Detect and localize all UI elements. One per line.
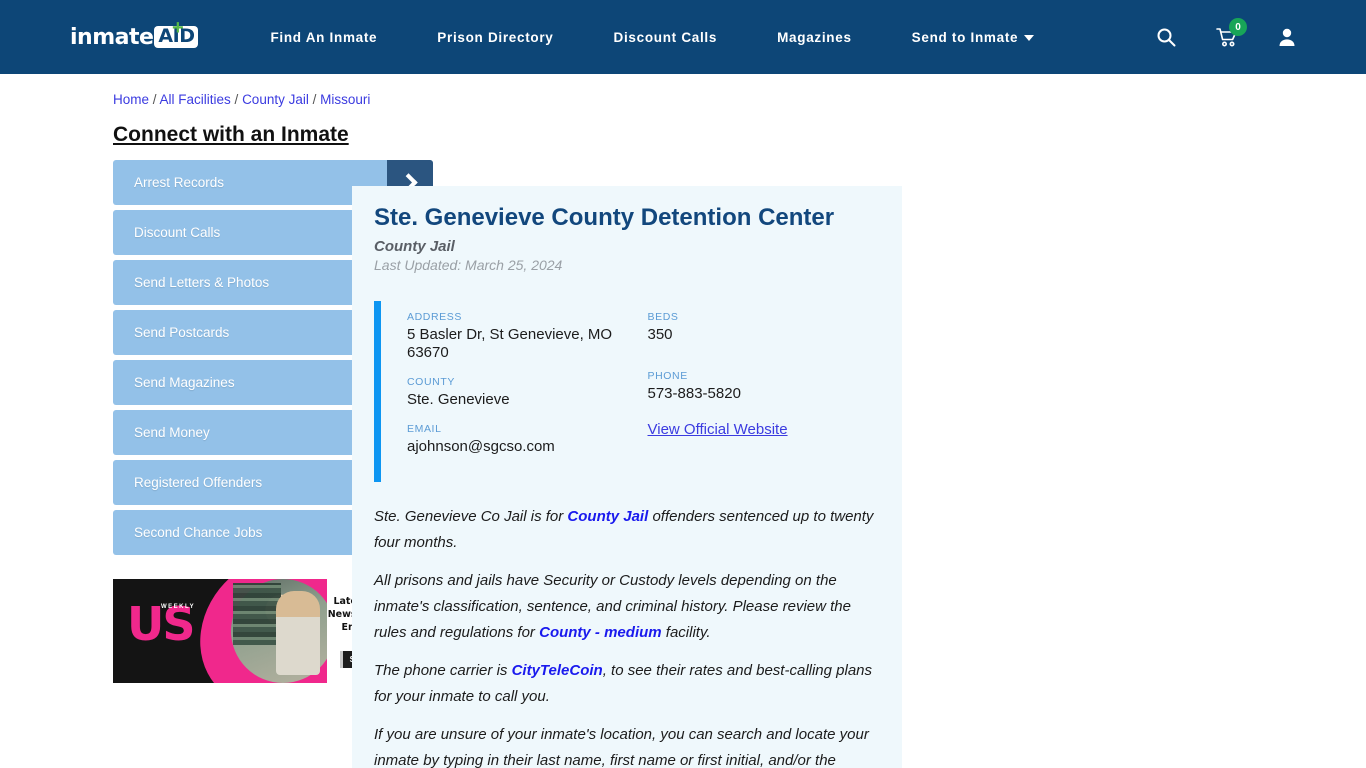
field-address: ADDRESS 5 Basler Dr, St Genevieve, MO 63… xyxy=(407,311,644,362)
p2-highlight: County - medium xyxy=(539,623,662,641)
field-value: 573-883-5820 xyxy=(647,384,741,402)
breadcrumb-separator: / xyxy=(149,92,160,107)
paragraph-3: The phone carrier is CityTeleCoin, to se… xyxy=(374,658,880,710)
nav-send-to-inmate-label: Send to Inmate xyxy=(911,29,1019,45)
nav-send-to-inmate[interactable]: Send to Inmate xyxy=(912,30,1035,45)
nav-magazines[interactable]: Magazines xyxy=(777,30,852,45)
sidebar-item-label: Send Magazines xyxy=(134,375,235,390)
field-value: ajohnson@sgcso.com xyxy=(407,437,555,455)
sidebar-item-label: Send Letters & Photos xyxy=(134,275,270,290)
view-official-website-link[interactable]: View Official Website xyxy=(648,421,788,438)
official-website-link-wrap: View Official Website xyxy=(648,421,881,439)
field-value: 350 xyxy=(647,325,673,343)
paragraph-4: If you are unsure of your inmate's locat… xyxy=(374,722,880,768)
nav-find-an-inmate[interactable]: Find An Inmate xyxy=(270,30,377,45)
breadcrumb-separator: / xyxy=(230,92,243,107)
facility-description: Ste. Genevieve Co Jail is for County Jai… xyxy=(374,504,880,768)
facility-type: County Jail xyxy=(374,237,455,255)
header-icon-group: 0 xyxy=(1156,18,1296,47)
main-navigation: Find An Inmate Prison Directory Discount… xyxy=(270,30,1156,45)
site-header: inmate AID + Find An Inmate Prison Direc… xyxy=(0,0,1366,74)
nav-prison-directory[interactable]: Prison Directory xyxy=(437,30,553,45)
left-sidebar: Home / All Facilities / County Jail / Mi… xyxy=(0,74,433,768)
logo-plus-icon: + xyxy=(172,17,184,39)
field-phone: PHONE 573-883-5820 xyxy=(648,370,881,403)
field-county: COUNTY Ste. Genevieve xyxy=(407,376,644,409)
field-label: BEDS xyxy=(647,310,679,323)
last-updated: Last Updated: March 25, 2024 xyxy=(374,256,563,273)
p2-text-c: facility. xyxy=(661,623,711,641)
cart-icon[interactable]: 0 xyxy=(1216,18,1247,47)
ad-photo-person xyxy=(276,591,320,675)
ad-brand-sub: WEEKLY xyxy=(161,604,196,610)
breadcrumb-item-all-facilities[interactable]: All Facilities xyxy=(160,92,231,107)
ad-photo-shelf xyxy=(233,583,281,645)
sidebar-heading: Connect with an Inmate xyxy=(113,123,349,146)
field-beds: BEDS 350 xyxy=(648,311,881,344)
site-logo[interactable]: inmate AID + xyxy=(70,18,199,52)
breadcrumb-item-missouri[interactable]: Missouri xyxy=(320,92,370,107)
field-email: EMAIL ajohnson@sgcso.com xyxy=(407,423,644,456)
page-title: Ste. Genevieve County Detention Center xyxy=(374,204,835,231)
cart-count-badge: 0 xyxy=(1229,18,1247,36)
paragraph-2: All prisons and jails have Security or C… xyxy=(374,568,880,646)
p1-text-a: Ste. Genevieve Co Jail is for xyxy=(374,507,568,525)
breadcrumb-item-home[interactable]: Home xyxy=(113,92,149,107)
field-value: 5 Basler Dr, St Genevieve, MO 63670 xyxy=(407,325,613,361)
facility-info-column-left: ADDRESS 5 Basler Dr, St Genevieve, MO 63… xyxy=(407,311,644,470)
logo-wordmark: inmate xyxy=(70,24,154,50)
page-body: Home / All Facilities / County Jail / Mi… xyxy=(0,74,1366,768)
facility-info-block: ADDRESS 5 Basler Dr, St Genevieve, MO 63… xyxy=(374,300,881,482)
breadcrumb: Home / All Facilities / County Jail / Mi… xyxy=(113,86,370,107)
field-value: Ste. Genevieve xyxy=(407,390,510,408)
sidebar-item-label: Registered Offenders xyxy=(134,475,263,490)
field-label: ADDRESS xyxy=(407,310,462,323)
search-icon[interactable] xyxy=(1156,27,1176,47)
breadcrumb-item-county-jail[interactable]: County Jail xyxy=(242,92,309,107)
paragraph-1: Ste. Genevieve Co Jail is for County Jai… xyxy=(374,504,880,556)
p3-highlight: CityTeleCoin xyxy=(511,661,603,679)
account-icon[interactable] xyxy=(1278,27,1296,47)
sidebar-item-label: Discount Calls xyxy=(134,225,221,240)
p4-text-a: If you are unsure of your inmate's locat… xyxy=(374,725,869,768)
p1-highlight: County Jail xyxy=(567,507,649,525)
facility-detail-panel: Ste. Genevieve County Detention Center C… xyxy=(352,186,902,768)
facility-info-column-right: BEDS 350 PHONE 573-883-5820 View Officia… xyxy=(644,311,881,470)
field-label: PHONE xyxy=(647,369,688,382)
breadcrumb-separator: / xyxy=(308,92,321,107)
field-label: COUNTY xyxy=(407,375,455,388)
chevron-down-icon xyxy=(1024,35,1035,41)
sidebar-item-label: Send Money xyxy=(134,425,210,440)
sidebar-item-label: Send Postcards xyxy=(134,325,230,340)
field-label: EMAIL xyxy=(407,422,442,435)
p3-text-a: The phone carrier is xyxy=(374,661,512,679)
nav-discount-calls[interactable]: Discount Calls xyxy=(614,30,718,45)
sidebar-item-label: Arrest Records xyxy=(134,175,225,190)
sidebar-item-label: Second Chance Jobs xyxy=(134,525,263,540)
